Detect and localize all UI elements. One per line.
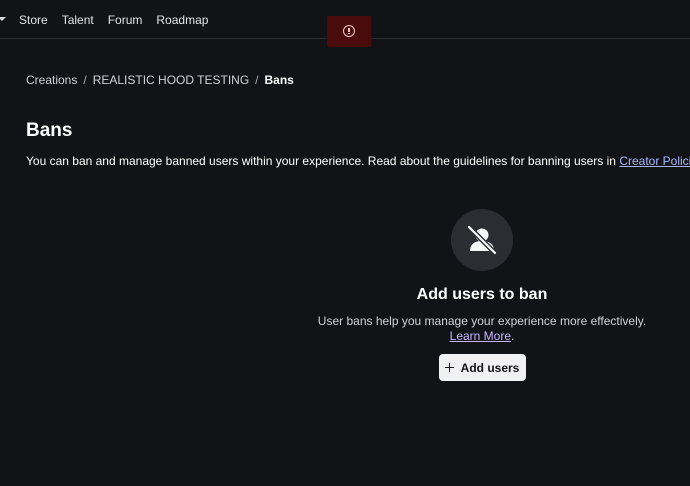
breadcrumb-separator: / bbox=[255, 73, 259, 87]
alert-indicator[interactable] bbox=[327, 16, 371, 47]
empty-state-description-text: User bans help you manage your experienc… bbox=[317, 314, 647, 328]
empty-state-description: User bans help you manage your experienc… bbox=[312, 314, 652, 344]
breadcrumb-creations[interactable]: Creations bbox=[26, 72, 77, 88]
plus-icon bbox=[444, 363, 454, 372]
breadcrumb-current: Bans bbox=[264, 73, 294, 87]
creator-policies-link[interactable]: Creator Policies bbox=[619, 154, 690, 168]
user-banned-icon bbox=[466, 224, 498, 256]
page-description: You can ban and manage banned users with… bbox=[26, 153, 690, 169]
page-description-text: You can ban and manage banned users with… bbox=[26, 154, 620, 168]
add-users-button[interactable]: Add users bbox=[438, 354, 526, 381]
nav-item-store[interactable]: Store bbox=[19, 12, 48, 28]
page-title: Bans bbox=[26, 120, 73, 141]
add-users-label: Add users bbox=[460, 360, 520, 375]
empty-state: Add users to ban User bans help you mana… bbox=[300, 209, 664, 381]
empty-state-icon-circle bbox=[451, 209, 513, 271]
nav-item-roadmap[interactable]: Roadmap bbox=[156, 12, 208, 28]
empty-state-description-end: . bbox=[511, 329, 515, 343]
breadcrumb-experience[interactable]: REALISTIC HOOD TESTING bbox=[93, 72, 249, 88]
chevron-down-icon[interactable] bbox=[0, 17, 6, 21]
nav-item-talent[interactable]: Talent bbox=[62, 12, 94, 28]
breadcrumb: Creations / REALISTIC HOOD TESTING / Ban… bbox=[26, 72, 294, 88]
nav-item-forum[interactable]: Forum bbox=[108, 12, 143, 28]
empty-state-title: Add users to ban bbox=[416, 286, 548, 303]
breadcrumb-separator: / bbox=[83, 73, 87, 87]
nav-links: Store Talent Forum Roadmap bbox=[19, 12, 222, 28]
learn-more-link[interactable]: Learn More bbox=[450, 329, 511, 343]
alert-circle-icon bbox=[343, 24, 355, 37]
